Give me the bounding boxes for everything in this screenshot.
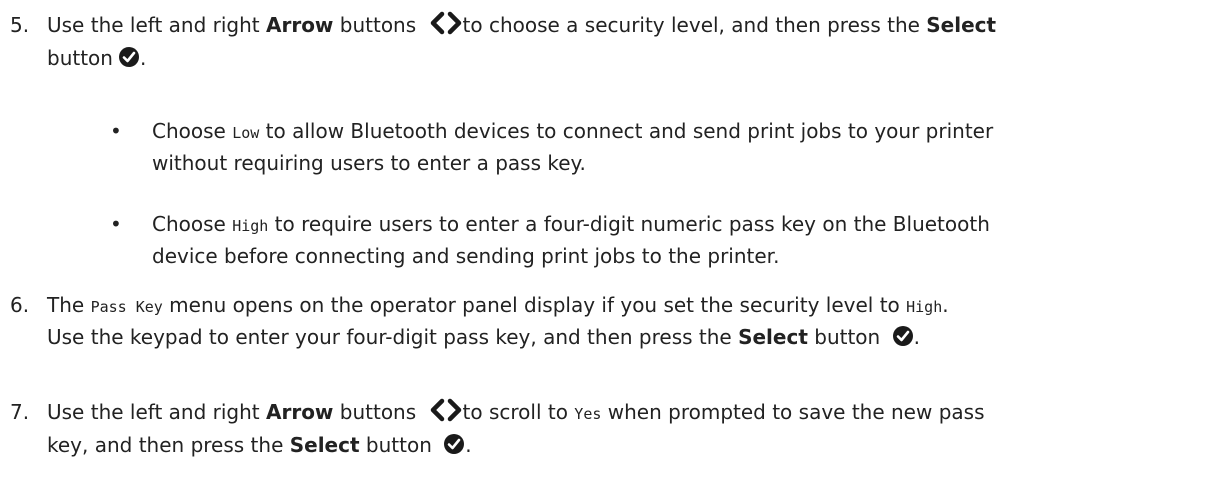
select-check-icon — [118, 46, 140, 76]
pass-key-menu: Pass Key — [90, 298, 163, 316]
bullet-marker: • — [110, 212, 122, 236]
text: button — [359, 433, 439, 457]
text: button — [807, 325, 887, 349]
text: Choose — [152, 212, 233, 236]
text: device before connecting and sending pri… — [152, 244, 780, 268]
text: Use the keypad to enter your four-digit … — [47, 325, 739, 349]
text: when prompted to save the new pass — [601, 400, 985, 424]
select-check-icon — [443, 433, 465, 463]
step-number: 7. — [10, 400, 30, 424]
step-text: Use the left and right Arrow buttons to … — [47, 397, 1207, 463]
text: key, and then press the — [47, 433, 290, 457]
text: to require users to enter a four-digit n… — [268, 212, 990, 236]
left-right-arrow-icon — [429, 398, 463, 430]
text: Use the left and right — [47, 13, 266, 37]
step-6: 6. The Pass Key menu opens on the operat… — [10, 290, 1205, 349]
step-line: button. — [47, 43, 1207, 76]
step-line: Use the left and right Arrow buttons to … — [47, 397, 1207, 430]
step-5: 5. Use the left and right Arrow buttons … — [10, 10, 1205, 70]
option-high: High — [232, 217, 269, 235]
text: to choose a security level, and then pre… — [462, 13, 927, 37]
select-check-icon — [892, 325, 914, 355]
text: . — [465, 433, 472, 457]
step-line: Use the keypad to enter your four-digit … — [47, 322, 1207, 355]
select-term: Select — [289, 433, 360, 457]
text: . — [942, 293, 949, 317]
bullet-line: Choose Low to allow Bluetooth devices to… — [152, 116, 1172, 148]
bullet-line: Choose High to require users to enter a … — [152, 209, 1172, 241]
text: The — [47, 293, 91, 317]
text: buttons — [333, 400, 423, 424]
text: Use the left and right — [47, 400, 266, 424]
text: buttons — [333, 13, 423, 37]
text: . — [139, 46, 147, 70]
select-term: Select — [738, 325, 808, 349]
arrow-term: Arrow — [265, 13, 334, 37]
arrow-term: Arrow — [265, 400, 334, 424]
step-text: Use the left and right Arrow buttons to … — [47, 10, 1207, 76]
bullet-text: Choose High to require users to enter a … — [152, 209, 1172, 271]
select-term: Select — [926, 13, 997, 37]
bullet-text: Choose Low to allow Bluetooth devices to… — [152, 116, 1172, 178]
option-high: High — [906, 298, 943, 316]
text: Choose — [152, 119, 233, 143]
text: to scroll to — [462, 400, 575, 424]
bullet-line: device before connecting and sending pri… — [152, 241, 1172, 271]
left-right-arrow-icon — [429, 11, 463, 43]
text: . — [913, 325, 920, 349]
step-line: Use the left and right Arrow buttons to … — [47, 10, 1207, 43]
text: button — [47, 46, 113, 70]
option-low: Low — [232, 124, 260, 142]
step-line: The Pass Key menu opens on the operator … — [47, 290, 1207, 322]
bullet-marker: • — [110, 119, 122, 143]
step-text: The Pass Key menu opens on the operator … — [47, 290, 1207, 355]
step-7: 7. Use the left and right Arrow buttons … — [10, 397, 1205, 457]
step-number: 6. — [10, 293, 30, 317]
text: to allow Bluetooth devices to connect an… — [259, 119, 994, 143]
option-yes: Yes — [574, 405, 602, 423]
step-line: key, and then press the Select button . — [47, 430, 1207, 463]
bullet-line: without requiring users to enter a pass … — [152, 148, 1172, 178]
text: without requiring users to enter a pass … — [152, 151, 586, 175]
text: menu opens on the operator panel display… — [162, 293, 907, 317]
step-number: 5. — [10, 13, 30, 37]
